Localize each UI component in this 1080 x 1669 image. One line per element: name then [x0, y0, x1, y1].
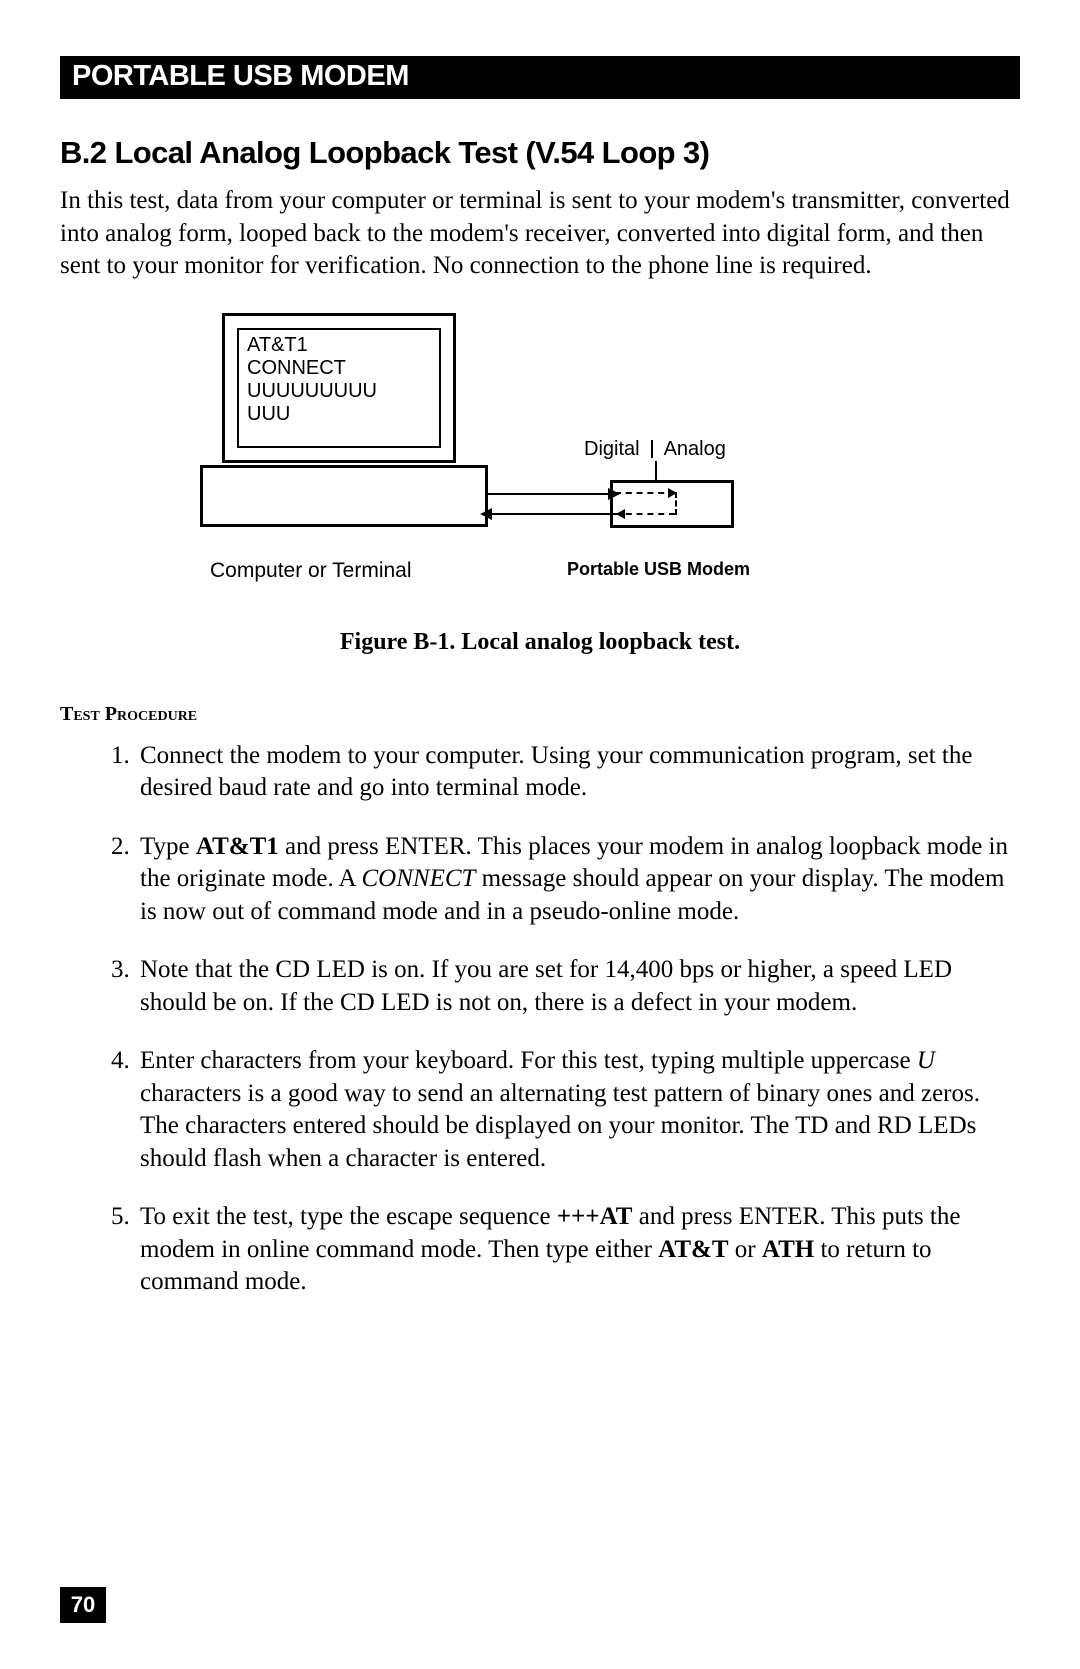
digital-label: Digital [584, 438, 640, 460]
page-number-value: 70 [71, 1592, 95, 1618]
digital-analog-label: Digital Analog [584, 438, 726, 461]
section-heading: B.2 Local Analog Loopback Test (V.54 Loo… [60, 135, 1020, 171]
monitor-outline: AT&T1 CONNECT UUUUUUUUU UUU [222, 313, 456, 463]
step-5-cmd3: ATH [762, 1236, 814, 1263]
signal-line-out [488, 493, 616, 495]
step-4-text-a: Enter characters from your keyboard. For… [140, 1047, 917, 1074]
intro-paragraph: In this test, data from your computer or… [60, 185, 1020, 283]
figure-b1: AT&T1 CONNECT UUUUUUUUU UUU Digital Anal… [60, 303, 1020, 673]
header-bar: PORTABLE USB MODEM [60, 56, 1020, 99]
step-5-cmd1: +++AT [557, 1203, 633, 1230]
loopback-arrow-left-icon [616, 509, 625, 519]
analog-label: Analog [664, 438, 726, 460]
computer-label: Computer or Terminal [210, 559, 412, 583]
step-4-text-b: characters is a good way to send an alte… [140, 1080, 980, 1172]
step-2-connect: CONNECT [361, 865, 475, 892]
step-3: Note that the CD LED is on. If you are s… [136, 954, 1020, 1019]
procedure-heading: Test Procedure [60, 703, 1020, 726]
step-2: Type AT&T1 and press ENTER. This places … [136, 831, 1020, 929]
page: PORTABLE USB MODEM B.2 Local Analog Loop… [0, 0, 1080, 1669]
step-5-text-c: or [729, 1236, 762, 1263]
step-2-cmd: AT&T1 [196, 833, 279, 860]
step-4: Enter characters from your keyboard. For… [136, 1045, 1020, 1175]
computer-outline [200, 465, 488, 527]
loopback-arrow-right-icon [668, 488, 677, 498]
step-2-text-a: Type [140, 833, 196, 860]
header-title: PORTABLE USB MODEM [72, 60, 409, 92]
step-4-u: U [917, 1047, 935, 1074]
procedure-list: Connect the modem to your computer. Usin… [60, 740, 1020, 1299]
page-number: 70 [60, 1587, 106, 1623]
digital-analog-divider [655, 461, 657, 481]
label-separator [651, 440, 653, 458]
step-5-text-a: To exit the test, type the escape sequen… [140, 1203, 557, 1230]
figure-caption: Figure B-1. Local analog loopback test. [60, 629, 1020, 656]
step-5: To exit the test, type the escape sequen… [136, 1201, 1020, 1299]
arrow-right-icon [608, 488, 620, 500]
monitor-screen: AT&T1 CONNECT UUUUUUUUU UUU [237, 328, 441, 448]
arrow-left-icon [480, 508, 492, 520]
step-1: Connect the modem to your computer. Usin… [136, 740, 1020, 805]
signal-line-in [488, 513, 616, 515]
modem-label: Portable USB Modem [567, 559, 750, 580]
step-5-cmd2: AT&T [658, 1236, 728, 1263]
loopback-dashed-top [615, 492, 675, 494]
